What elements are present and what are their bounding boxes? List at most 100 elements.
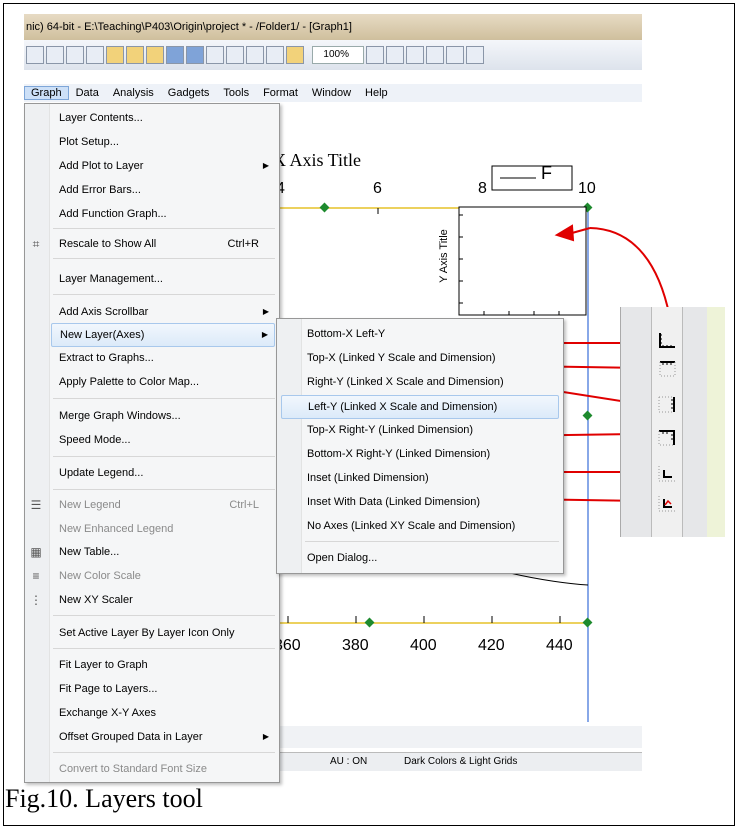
bottom-tick-label: 420 <box>478 637 505 654</box>
menu-item-label: Set Active Layer By Layer Icon Only <box>59 627 235 639</box>
menu-separator <box>53 456 275 457</box>
menu-shortcut: Ctrl+R <box>227 238 259 250</box>
menu-item-label: Update Legend... <box>59 467 144 479</box>
menu-separator <box>53 752 275 753</box>
menu-item-new-color-scale[interactable]: New Color Scale <box>51 565 275 587</box>
menu-item-add-error-bars[interactable]: Add Error Bars... <box>51 179 275 201</box>
menu-item-label: Add Function Graph... <box>59 208 167 220</box>
menu-separator <box>53 648 275 649</box>
submenu-arrow-icon: ▶ <box>261 330 268 339</box>
menu-item-add-function-graph[interactable]: Add Function Graph... <box>51 203 275 225</box>
bottom-tick-label: 380 <box>342 637 369 654</box>
legend-label[interactable]: F <box>541 163 552 184</box>
bottom-x-left-y-layer-icon[interactable] <box>657 331 677 351</box>
menu-item-label: Extract to Graphs... <box>59 352 154 364</box>
inset-with-data-layer-icon[interactable] <box>657 494 677 514</box>
top-tick-label: 8 <box>478 180 487 197</box>
menu-item-exchange-xy-axes[interactable]: Exchange X-Y Axes <box>51 702 275 724</box>
menu-item-extract-to-graphs[interactable]: Extract to Graphs... <box>51 347 275 369</box>
color-scale-icon: ≡ <box>32 569 40 583</box>
menu-item-label: New Legend <box>59 499 121 511</box>
menu-item-label: Rescale to Show All <box>59 238 157 250</box>
menu-separator <box>305 541 559 542</box>
menu-item-new-legend[interactable]: New Legend Ctrl+L <box>51 494 275 516</box>
menu-item-set-active-layer[interactable]: Set Active Layer By Layer Icon Only <box>51 622 275 644</box>
submenu-arrow-icon: ▶ <box>262 307 269 316</box>
submenu-item-bottom-x-right-y[interactable]: Bottom-X Right-Y (Linked Dimension) <box>281 443 559 465</box>
menu-item-label: Merge Graph Windows... <box>59 410 181 422</box>
menu-item-new-layer-axes[interactable]: New Layer(Axes) ▶ <box>51 323 275 347</box>
menu-item-label: Exchange X-Y Axes <box>59 707 157 719</box>
submenu-item-top-x-right-y[interactable]: Top-X Right-Y (Linked Dimension) <box>281 419 559 441</box>
menu-item-update-legend[interactable]: Update Legend... <box>51 462 275 484</box>
submenu-item-bottom-x-left-y[interactable]: Bottom-X Left-Y <box>281 323 559 345</box>
rescale-icon: ⌗ <box>32 237 40 251</box>
bottom-axis-handle <box>364 617 375 628</box>
menu-item-label: New Layer(Axes) <box>60 329 145 341</box>
top-x-right-y-layer-icon[interactable] <box>657 428 677 448</box>
top-tick-label: 10 <box>578 180 596 197</box>
new-layer-submenu: Bottom-X Left-Y Top-X (Linked Y Scale an… <box>276 318 564 574</box>
menu-item-add-axis-scrollbar[interactable]: Add Axis Scrollbar ▶ <box>51 301 275 323</box>
submenu-item-open-dialog[interactable]: Open Dialog... <box>281 547 559 569</box>
status-theme: Dark Colors & Light Grids <box>404 756 518 767</box>
menu-item-layer-management[interactable]: Layer Management... <box>51 268 275 290</box>
menu-separator <box>53 615 275 616</box>
menu-item-label: Offset Grouped Data in Layer <box>59 731 203 743</box>
submenu-arrow-icon: ▶ <box>262 161 269 170</box>
menu-item-label: New Color Scale <box>59 570 141 582</box>
menu-item-label: New XY Scaler <box>59 594 133 606</box>
menu-item-label: Layer Management... <box>59 273 163 285</box>
menu-item-label: Speed Mode... <box>59 434 131 446</box>
layers-toolbar-panel <box>620 307 725 537</box>
menu-item-label: Convert to Standard Font Size <box>59 763 207 775</box>
menu-item-fit-layer-to-graph[interactable]: Fit Layer to Graph <box>51 654 275 676</box>
menu-item-new-table[interactable]: New Table... <box>51 541 275 563</box>
top-tick-label: 6 <box>373 180 382 197</box>
submenu-item-no-axes[interactable]: No Axes (Linked XY Scale and Dimension) <box>281 515 559 537</box>
data-curve <box>509 572 589 586</box>
menu-item-offset-grouped-data[interactable]: Offset Grouped Data in Layer ▶ <box>51 726 275 748</box>
bottom-tick-label: 400 <box>410 637 437 654</box>
menu-item-label: Fit Page to Layers... <box>59 683 158 695</box>
menu-separator <box>53 489 275 490</box>
menu-item-new-xy-scaler[interactable]: New XY Scaler <box>51 589 275 611</box>
menu-item-fit-page-to-layers[interactable]: Fit Page to Layers... <box>51 678 275 700</box>
submenu-item-inset-with-data[interactable]: Inset With Data (Linked Dimension) <box>281 491 559 513</box>
inset-y-axis-title: Y Axis Title <box>438 229 450 283</box>
menu-item-label: Add Plot to Layer <box>59 160 144 172</box>
menu-item-label: Add Error Bars... <box>59 184 141 196</box>
status-au: AU : ON <box>330 756 368 767</box>
new-legend-icon: ☰ <box>30 498 42 512</box>
right-axis-handle <box>582 410 593 421</box>
menu-item-plot-setup[interactable]: Plot Setup... <box>51 131 275 153</box>
menu-item-convert-font-size[interactable]: Convert to Standard Font Size <box>51 758 275 780</box>
xy-scaler-icon: ⋮ <box>30 593 42 607</box>
figure-caption: Fig.10. Layers tool <box>5 784 203 813</box>
menu-item-add-plot-to-layer[interactable]: Add Plot to Layer ▶ <box>51 155 275 177</box>
menu-separator <box>53 294 275 295</box>
menu-item-label: Apply Palette to Color Map... <box>59 376 200 388</box>
menu-item-label: Fit Layer to Graph <box>59 659 148 671</box>
menu-item-merge-graph-windows[interactable]: Merge Graph Windows... <box>51 405 275 427</box>
submenu-item-inset[interactable]: Inset (Linked Dimension) <box>281 467 559 489</box>
submenu-arrow-icon: ▶ <box>262 732 269 741</box>
menu-separator <box>53 258 275 259</box>
top-axis-title[interactable]: X Axis Title <box>273 150 361 171</box>
menu-item-rescale-to-show-all[interactable]: Rescale to Show All Ctrl+R <box>51 233 275 255</box>
menu-item-new-enhanced-legend[interactable]: New Enhanced Legend <box>51 518 275 540</box>
submenu-item-top-x[interactable]: Top-X (Linked Y Scale and Dimension) <box>281 347 559 369</box>
menu-item-apply-palette[interactable]: Apply Palette to Color Map... <box>51 371 275 393</box>
menu-item-label: Layer Contents... <box>59 112 143 124</box>
bottom-tick-label: 440 <box>546 637 573 654</box>
panel-edge <box>707 307 725 537</box>
menu-item-layer-contents[interactable]: Layer Contents... <box>51 107 275 129</box>
menu-item-speed-mode[interactable]: Speed Mode... <box>51 429 275 451</box>
submenu-item-right-y[interactable]: Right-Y (Linked X Scale and Dimension) <box>281 371 559 393</box>
menu-shortcut: Ctrl+L <box>229 499 259 511</box>
right-y-layer-icon[interactable] <box>657 395 677 415</box>
inset-layer-icon[interactable] <box>657 464 677 484</box>
submenu-item-left-y[interactable]: Left-Y (Linked X Scale and Dimension) <box>281 395 559 419</box>
top-x-layer-icon[interactable] <box>657 359 677 379</box>
menu-item-label: New Enhanced Legend <box>59 523 174 535</box>
